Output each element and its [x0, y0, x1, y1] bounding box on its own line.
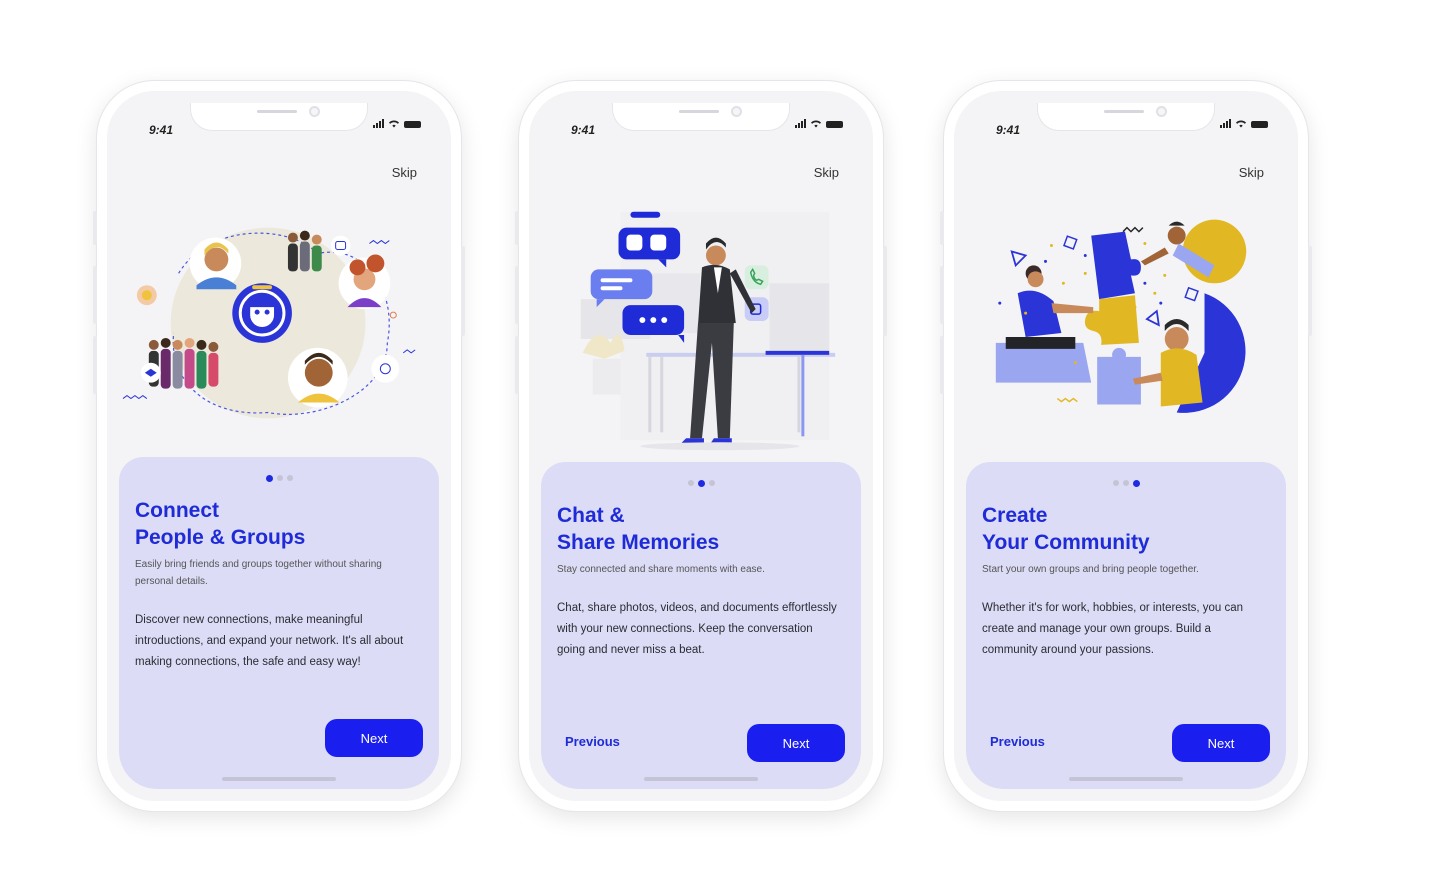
- onboarding-title: Create Your Community: [982, 502, 1150, 556]
- speaker: [679, 110, 719, 113]
- battery-icon: [826, 121, 843, 128]
- title-line-2: Your Community: [982, 531, 1150, 554]
- page-indicator: [966, 480, 1286, 487]
- notch: [190, 103, 368, 131]
- onboarding-subtitle: Stay connected and share moments with ea…: [557, 564, 765, 575]
- skip-link[interactable]: Skip: [814, 165, 839, 180]
- puzzle-community-illustration: [995, 219, 1247, 413]
- camera: [731, 106, 742, 117]
- previous-button[interactable]: Previous: [990, 734, 1045, 749]
- power-button: [1308, 246, 1312, 336]
- title-line-1: Chat &: [557, 504, 625, 527]
- onboarding-card: Chat & Share Memories Stay connected and…: [541, 462, 861, 789]
- signal-icon: [1220, 119, 1231, 128]
- phone-frame-3: 9:41 Skip Create Your Community Start yo…: [940, 80, 1312, 812]
- next-button[interactable]: Next: [1172, 724, 1270, 762]
- page-dot-1[interactable]: [265, 475, 273, 482]
- power-button: [461, 246, 465, 336]
- page-dot-2[interactable]: [697, 480, 705, 487]
- phone-frame-1: 9:41 Skip Connect People & Groups Easily…: [93, 80, 465, 812]
- home-indicator: [644, 777, 758, 781]
- page-dot-1[interactable]: [1112, 480, 1119, 486]
- onboarding-description: Chat, share photos, videos, and document…: [557, 602, 837, 656]
- volume-up-button: [515, 266, 519, 324]
- onboarding-subtitle: Start your own groups and bring people t…: [982, 564, 1199, 575]
- page-dot-3[interactable]: [286, 475, 293, 481]
- previous-button[interactable]: Previous: [565, 734, 620, 749]
- signal-icon: [373, 119, 384, 128]
- notch: [1037, 103, 1215, 131]
- next-button[interactable]: Next: [747, 724, 845, 762]
- battery-icon: [1251, 121, 1268, 128]
- onboarding-screen-1: 9:41 Skip Connect People & Groups Easily…: [119, 103, 439, 789]
- home-indicator: [1069, 777, 1183, 781]
- skip-link[interactable]: Skip: [1239, 165, 1264, 180]
- page-dot-3[interactable]: [1132, 480, 1140, 487]
- phone-frame-2: 9:41 Skip Chat & Share Memories Stay con…: [515, 80, 887, 812]
- volume-down-button: [515, 336, 519, 394]
- status-icons: [795, 119, 843, 128]
- camera: [309, 106, 320, 117]
- speaker: [257, 110, 297, 113]
- status-icons: [1220, 119, 1268, 128]
- people-network-illustration: [122, 227, 416, 419]
- skip-link[interactable]: Skip: [392, 165, 417, 180]
- next-button[interactable]: Next: [325, 719, 423, 757]
- onboarding-subtitle: Easily bring friends and groups together…: [135, 559, 382, 587]
- notch: [612, 103, 790, 131]
- title-line-1: Connect: [135, 499, 219, 522]
- onboarding-screen-3: 9:41 Skip Create Your Community Start yo…: [966, 103, 1286, 789]
- camera: [1156, 106, 1167, 117]
- chat-messaging-illustration: [580, 211, 836, 451]
- page-indicator: [119, 475, 439, 482]
- wifi-icon: [1236, 120, 1246, 128]
- home-indicator: [222, 777, 336, 781]
- status-time: 9:41: [149, 123, 174, 137]
- volume-down-button: [93, 336, 97, 394]
- page-dot-1[interactable]: [687, 480, 694, 486]
- page-dot-2[interactable]: [276, 475, 283, 481]
- title-line-2: People & Groups: [135, 526, 306, 549]
- page-dot-2[interactable]: [1122, 480, 1129, 486]
- onboarding-card: Create Your Community Start your own gro…: [966, 462, 1286, 789]
- volume-up-button: [940, 266, 944, 324]
- status-icons: [373, 119, 421, 128]
- page-dot-3[interactable]: [708, 480, 715, 486]
- power-button: [883, 246, 887, 336]
- status-time: 9:41: [996, 123, 1021, 137]
- onboarding-title: Connect People & Groups: [135, 497, 305, 551]
- silent-switch: [515, 211, 519, 245]
- silent-switch: [940, 211, 944, 245]
- onboarding-screen-2: 9:41 Skip Chat & Share Memories Stay con…: [541, 103, 861, 789]
- battery-icon: [404, 121, 421, 128]
- title-line-2: Share Memories: [557, 531, 720, 554]
- onboarding-description: Whether it's for work, hobbies, or inter…: [982, 602, 1244, 656]
- onboarding-title: Chat & Share Memories: [557, 502, 719, 556]
- volume-down-button: [940, 336, 944, 394]
- onboarding-description: Discover new connections, make meaningfu…: [135, 614, 404, 668]
- speaker: [1104, 110, 1144, 113]
- wifi-icon: [811, 120, 821, 128]
- volume-up-button: [93, 266, 97, 324]
- onboarding-card: Connect People & Groups Easily bring fri…: [119, 457, 439, 789]
- signal-icon: [795, 119, 806, 128]
- wifi-icon: [389, 120, 399, 128]
- status-time: 9:41: [571, 123, 596, 137]
- page-indicator: [541, 480, 861, 487]
- silent-switch: [93, 211, 97, 245]
- title-line-1: Create: [982, 504, 1048, 527]
